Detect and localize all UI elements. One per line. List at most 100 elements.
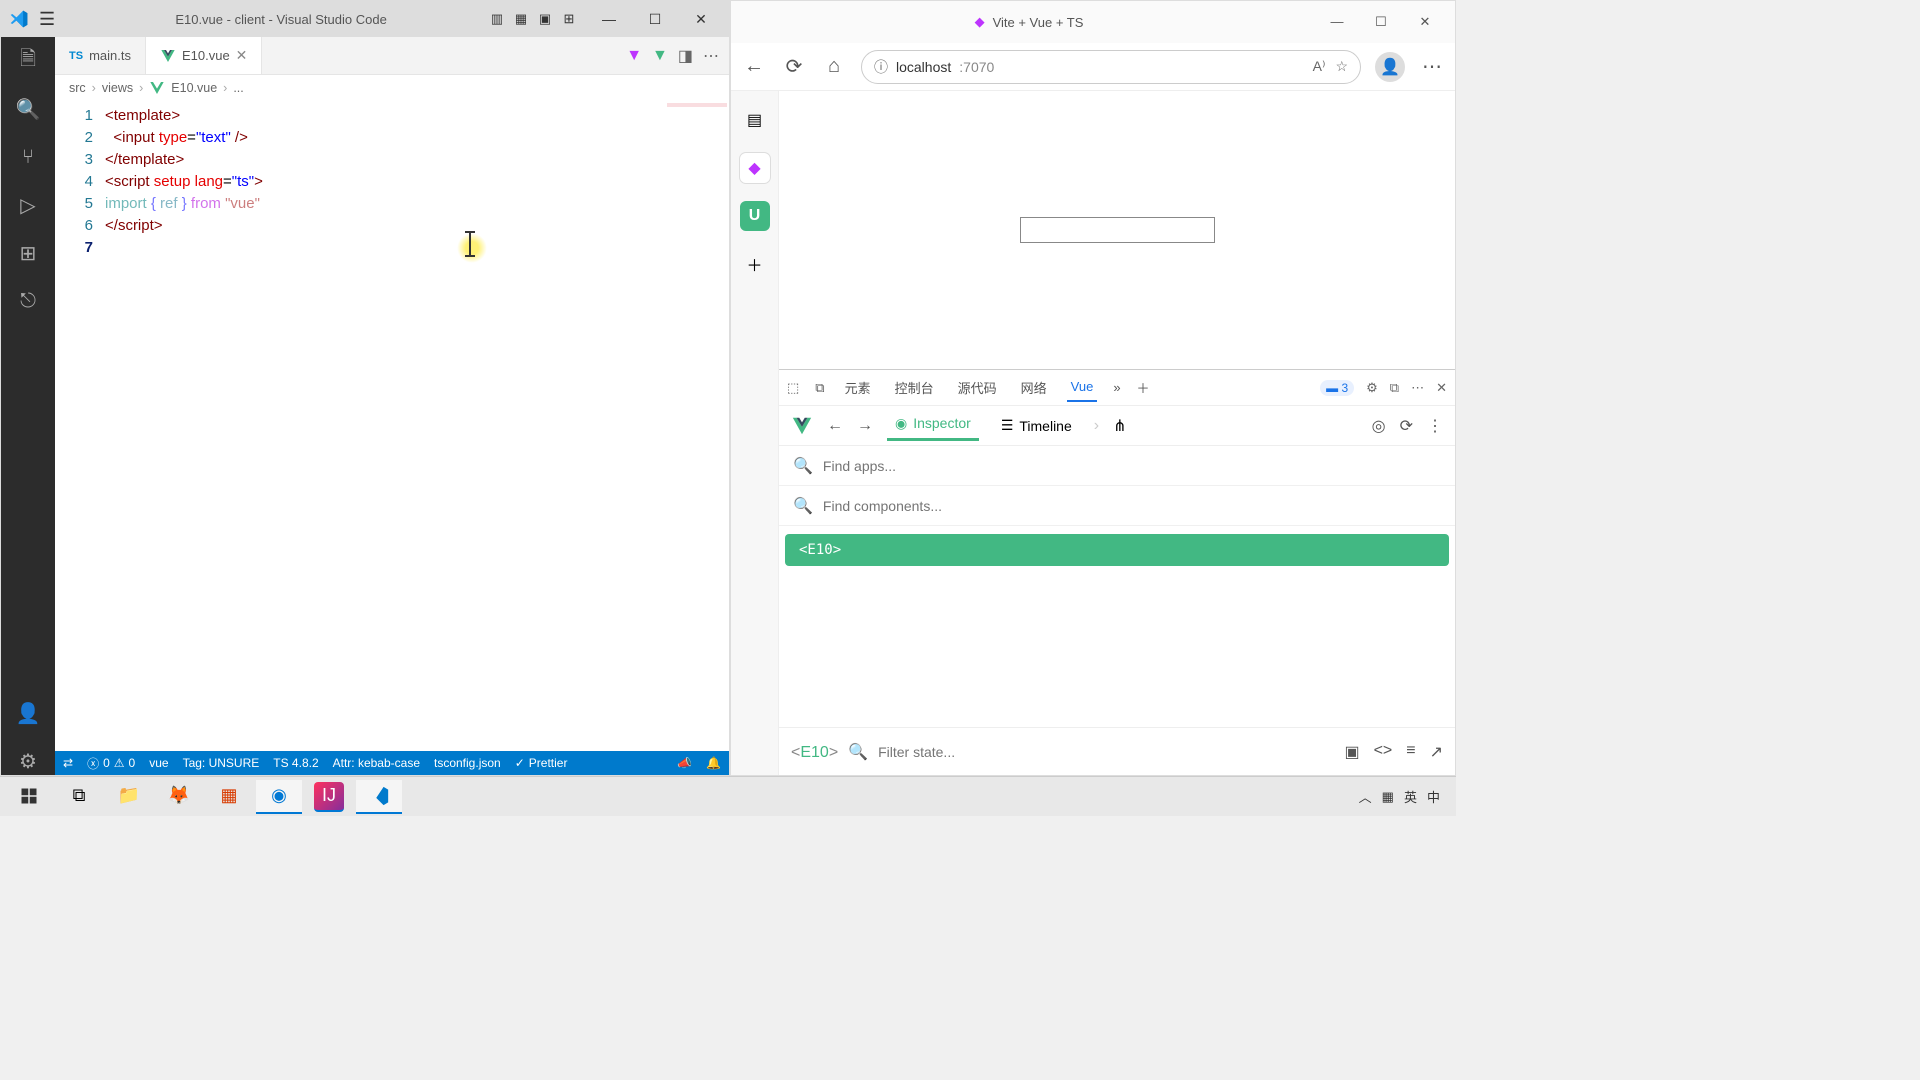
tray-chevron-icon[interactable]: ︿: [1359, 787, 1372, 806]
home-icon[interactable]: ⌂: [821, 55, 847, 78]
office-icon[interactable]: ▦: [206, 780, 252, 814]
more-icon[interactable]: ⋯: [1419, 54, 1445, 79]
close-tab-icon[interactable]: ✕: [236, 47, 248, 64]
vscode-titlebar: ☰ E10.vue - client - Visual Studio Code …: [1, 1, 729, 37]
menu-icon[interactable]: ☰: [39, 9, 55, 30]
breadcrumbs[interactable]: src› views› E10.vue› ...: [55, 75, 729, 101]
target-icon[interactable]: ◎: [1372, 416, 1386, 436]
more-icon[interactable]: ⋮: [1427, 416, 1443, 436]
reload-icon[interactable]: ⟳: [781, 54, 807, 79]
code-editor[interactable]: 1 2 3 4 5 6 7 <template> <input type="te…: [55, 101, 729, 751]
prettier-status[interactable]: ✓ Prettier: [515, 756, 568, 770]
find-apps-input[interactable]: [823, 458, 1441, 474]
chevron-right-icon[interactable]: ›: [1094, 417, 1099, 435]
code-icon[interactable]: <>: [1374, 742, 1393, 762]
timeline-tab[interactable]: ☰Timeline: [993, 413, 1080, 438]
sidetab-u-icon[interactable]: U: [740, 201, 770, 231]
dock-icon[interactable]: ⧉: [1390, 380, 1399, 396]
back-icon[interactable]: ←: [741, 55, 767, 78]
filter-state-input[interactable]: [878, 744, 1334, 760]
add-tab-icon[interactable]: ＋: [1137, 378, 1150, 397]
sidetab-add-icon[interactable]: ＋: [740, 249, 770, 279]
layout-icon[interactable]: ▥: [487, 11, 507, 27]
ime-indicator[interactable]: 英: [1404, 787, 1417, 806]
maximize-icon[interactable]: ☐: [1361, 14, 1401, 30]
vue-icon: [160, 48, 176, 64]
tab-main-ts[interactable]: TS main.ts: [55, 37, 146, 74]
list-icon[interactable]: ≡: [1406, 742, 1415, 762]
ime-indicator[interactable]: 中: [1427, 787, 1440, 806]
search-icon[interactable]: 🔍: [14, 95, 42, 123]
more-icon[interactable]: ⋯: [1411, 380, 1424, 396]
source-control-icon[interactable]: ⑂: [14, 143, 42, 171]
popout-icon[interactable]: ↗: [1430, 742, 1443, 762]
settings-icon[interactable]: ⚙: [14, 747, 42, 775]
inspector-tab[interactable]: ◉Inspector: [887, 411, 979, 441]
vscode-taskbar-icon[interactable]: [356, 780, 402, 814]
close-icon[interactable]: ✕: [681, 11, 721, 28]
remote-button[interactable]: ⇄: [63, 756, 73, 770]
maximize-icon[interactable]: ☐: [635, 11, 675, 28]
explorer-icon[interactable]: 📁: [106, 780, 152, 814]
profile-avatar[interactable]: 👤: [1375, 52, 1405, 82]
explorer-icon[interactable]: 🗎: [14, 47, 42, 75]
minimap[interactable]: [667, 103, 727, 117]
bell-icon[interactable]: 🔔: [706, 756, 721, 770]
edge-icon[interactable]: ◉: [256, 780, 302, 814]
extensions-icon[interactable]: ⊞: [14, 239, 42, 267]
start-button[interactable]: [6, 780, 52, 814]
more-icon[interactable]: ⋯: [703, 46, 719, 66]
intellij-icon[interactable]: IJ: [314, 782, 344, 812]
tag-status[interactable]: Tag: UNSURE: [183, 756, 260, 770]
firefox-icon[interactable]: 🦊: [156, 780, 202, 814]
refresh-icon[interactable]: ⟳: [1400, 416, 1413, 436]
tab-e10-vue[interactable]: E10.vue ✕: [146, 37, 262, 74]
tab-sources[interactable]: 源代码: [954, 372, 1001, 403]
site-info-icon[interactable]: ⓘ: [874, 57, 888, 77]
tray-grid-icon[interactable]: ▦: [1382, 789, 1394, 805]
tab-console[interactable]: 控制台: [891, 372, 938, 403]
ts-version[interactable]: TS 4.8.2: [273, 756, 318, 770]
sidetab-vite-icon[interactable]: ◆: [740, 153, 770, 183]
selected-component: <E10>: [791, 742, 838, 762]
tab-vue[interactable]: Vue: [1067, 373, 1098, 402]
inspect-icon[interactable]: ⬚: [787, 380, 799, 396]
tree-icon[interactable]: ⋔: [1113, 416, 1126, 436]
more-tabs-icon[interactable]: »: [1113, 380, 1120, 395]
lang-mode[interactable]: vue: [149, 756, 168, 770]
account-icon[interactable]: 👤: [14, 699, 42, 727]
issues-badge[interactable]: ▬ 3: [1320, 380, 1354, 396]
minimize-icon[interactable]: —: [589, 11, 629, 28]
component-node-e10[interactable]: <E10>: [785, 534, 1449, 566]
preview-text-input[interactable]: [1020, 217, 1215, 243]
problems-button[interactable]: ⓧ 0 ⚠ 0: [87, 755, 135, 772]
tab-elements[interactable]: 元素: [841, 372, 875, 403]
read-aloud-icon[interactable]: A⁾: [1313, 58, 1326, 75]
attr-status[interactable]: Attr: kebab-case: [333, 756, 420, 770]
tab-network[interactable]: 网络: [1017, 372, 1051, 403]
minimize-icon[interactable]: —: [1317, 14, 1357, 30]
split-editor-icon[interactable]: ◨: [678, 46, 693, 66]
tsconfig-status[interactable]: tsconfig.json: [434, 756, 501, 770]
settings-icon[interactable]: ⚙: [1366, 380, 1378, 396]
code-body[interactable]: <template> <input type="text" /> </templ…: [105, 101, 729, 751]
forward-icon[interactable]: →: [857, 417, 873, 435]
find-components-input[interactable]: [823, 498, 1441, 514]
close-devtools-icon[interactable]: ✕: [1436, 380, 1447, 396]
snapshot-icon[interactable]: ▣: [1344, 742, 1359, 762]
back-icon[interactable]: ←: [827, 417, 843, 435]
vue-icon[interactable]: ▼: [652, 47, 668, 65]
device-icon[interactable]: ⧉: [815, 380, 824, 396]
favorite-icon[interactable]: ☆: [1335, 58, 1348, 75]
address-bar[interactable]: ⓘ localhost:7070 A⁾ ☆: [861, 50, 1361, 84]
layout-icon[interactable]: ⊞: [559, 11, 579, 27]
sidetab-page-icon[interactable]: ▤: [740, 105, 770, 135]
feedback-icon[interactable]: 📣: [677, 756, 692, 770]
remote-icon[interactable]: ⎋: [14, 287, 42, 315]
vite-icon[interactable]: ▼: [626, 47, 642, 65]
debug-icon[interactable]: ▷: [14, 191, 42, 219]
layout-icon[interactable]: ▦: [511, 11, 531, 27]
task-view-icon[interactable]: ⧉: [56, 780, 102, 814]
close-icon[interactable]: ✕: [1405, 14, 1445, 30]
layout-icon[interactable]: ▣: [535, 11, 555, 27]
